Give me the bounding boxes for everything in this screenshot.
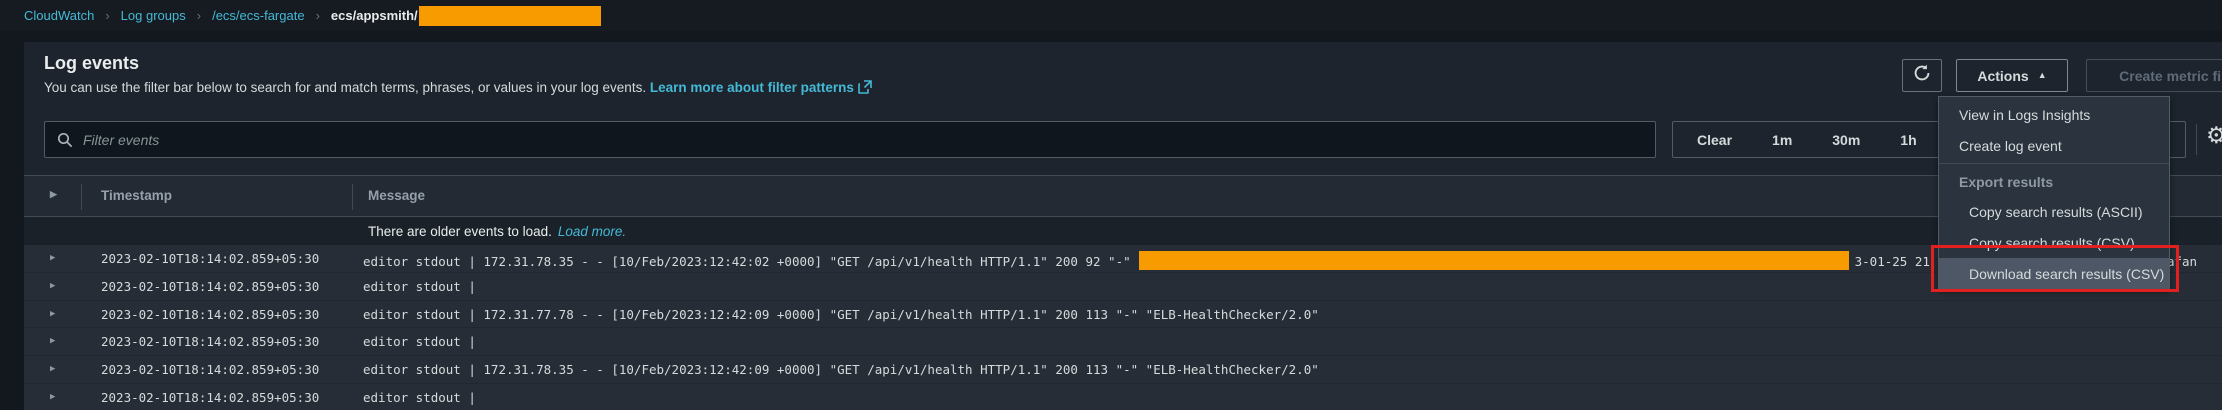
filter-events-box — [44, 121, 1656, 158]
table-row[interactable]: ▶ 2023-02-10T18:14:02.859+05:30 editor std… — [24, 384, 2222, 410]
panel-description: You can use the filter bar below to sear… — [44, 80, 872, 97]
row-expand-chevron-icon[interactable]: ▶ — [50, 253, 55, 263]
actions-button[interactable]: Actions ▲ — [1956, 59, 2068, 92]
log-rows: ▶ 2023-02-10T18:14:02.859+05:30 editor std… — [24, 245, 2222, 410]
create-metric-filter-button[interactable]: Create metric filter — [2086, 59, 2222, 92]
column-header-timestamp[interactable]: Timestamp — [101, 188, 172, 203]
breadcrumb-current: ecs/appsmith/ — [331, 8, 418, 23]
time-range-option-30m[interactable]: 30m — [1832, 132, 1860, 148]
row-expand-chevron-icon[interactable]: ▶ — [50, 309, 55, 319]
menu-item-create-log-event[interactable]: Create log event — [1939, 130, 2169, 161]
row-timestamp: 2023-02-10T18:14:02.859+05:30 — [101, 279, 319, 294]
actions-menu-top-group: View in Logs InsightsCreate log event — [1939, 97, 2169, 164]
load-more-link[interactable]: Load more. — [558, 224, 626, 239]
column-header-message[interactable]: Message — [368, 188, 425, 203]
row-timestamp: 2023-02-10T18:14:02.859+05:30 — [101, 390, 319, 405]
row-expand-chevron-icon[interactable]: ▶ — [50, 281, 55, 291]
time-range-option-1m[interactable]: 1m — [1772, 132, 1792, 148]
time-range-option-clear[interactable]: Clear — [1697, 132, 1732, 148]
table-row[interactable]: ▶ 2023-02-10T18:14:02.859+05:30 editor std… — [24, 328, 2222, 356]
menu-item-download-search-results-csv-[interactable]: Download search results (CSV) — [1939, 258, 2169, 289]
menu-item-view-in-logs-insights[interactable]: View in Logs Insights — [1939, 99, 2169, 130]
table-row[interactable]: ▶ 2023-02-10T18:14:02.859+05:30 editor std… — [24, 301, 2222, 329]
actions-menu-section-label: Export results — [1939, 168, 2169, 196]
table-row[interactable]: ▶ 2023-02-10T18:14:02.859+05:30 editor std… — [24, 245, 2222, 273]
refresh-icon — [1913, 64, 1931, 87]
search-icon — [57, 132, 73, 148]
breadcrumb-item-cloudwatch[interactable]: CloudWatch — [24, 8, 94, 23]
column-divider — [81, 184, 82, 210]
breadcrumb-item-log-group[interactable]: /ecs/ecs-fargate — [212, 8, 305, 23]
log-events-panel: Log events You can use the filter bar be… — [24, 42, 2222, 410]
external-link-icon — [858, 80, 872, 97]
refresh-button[interactable] — [1902, 59, 1942, 92]
column-divider — [352, 184, 353, 210]
breadcrumb-separator-icon: › — [197, 8, 201, 23]
breadcrumb-separator-icon: › — [316, 8, 320, 23]
actions-menu-export-group: Copy search results (ASCII)Copy search r… — [1939, 196, 2169, 289]
redaction-bar — [419, 6, 601, 26]
table-header: ▶ Timestamp Message — [24, 175, 2222, 217]
caret-up-icon: ▲ — [2038, 70, 2047, 80]
row-expand-chevron-icon[interactable]: ▶ — [50, 364, 55, 374]
row-expand-chevron-icon[interactable]: ▶ — [50, 336, 55, 346]
row-expand-chevron-icon[interactable]: ▶ — [50, 392, 55, 402]
expand-all-chevron-icon[interactable]: ▶ — [50, 189, 57, 200]
row-timestamp: 2023-02-10T18:14:02.859+05:30 — [101, 251, 319, 266]
page-title: Log events — [44, 53, 139, 74]
breadcrumb-item-log-groups[interactable]: Log groups — [121, 8, 186, 23]
row-message: editor stdout | 172.31.78.35 - - [10/Feb… — [363, 362, 1319, 377]
actions-menu: View in Logs InsightsCreate log event Ex… — [1938, 96, 2170, 290]
menu-item-copy-search-results-csv-[interactable]: Copy search results (CSV) — [1939, 227, 2169, 258]
row-message: editor stdout | — [363, 334, 476, 349]
menu-item-copy-search-results-ascii-[interactable]: Copy search results (ASCII) — [1939, 196, 2169, 227]
row-message-after-redaction: 3-01-25 21 — [1855, 254, 1930, 269]
row-message: editor stdout | 172.31.78.35 - - [10/Feb… — [363, 251, 2197, 270]
breadcrumb-separator-icon: › — [105, 8, 109, 23]
row-timestamp: 2023-02-10T18:14:02.859+05:30 — [101, 307, 319, 322]
row-timestamp: 2023-02-10T18:14:02.859+05:30 — [101, 334, 319, 349]
row-message: editor stdout | — [363, 279, 476, 294]
row-message: editor stdout | 172.31.77.78 - - [10/Feb… — [363, 307, 1319, 322]
row-message: editor stdout | — [363, 390, 476, 405]
table-row[interactable]: ▶ 2023-02-10T18:14:02.859+05:30 editor std… — [24, 356, 2222, 384]
learn-more-link[interactable]: Learn more about filter patterns — [650, 80, 854, 95]
gear-icon[interactable]: ⚙ — [2206, 122, 2222, 149]
time-range-option-1h[interactable]: 1h — [1900, 132, 1916, 148]
row-timestamp: 2023-02-10T18:14:02.859+05:30 — [101, 362, 319, 377]
redaction-bar — [1139, 251, 1849, 270]
filter-events-input[interactable] — [83, 132, 1643, 148]
older-events-text: There are older events to load. — [368, 224, 552, 239]
toolbar-divider — [2196, 124, 2197, 155]
breadcrumb: CloudWatch › Log groups › /ecs/ecs-farga… — [0, 0, 2222, 31]
load-more-row: There are older events to load. Load mor… — [24, 218, 2222, 245]
table-row[interactable]: ▶ 2023-02-10T18:14:02.859+05:30 editor std… — [24, 273, 2222, 301]
